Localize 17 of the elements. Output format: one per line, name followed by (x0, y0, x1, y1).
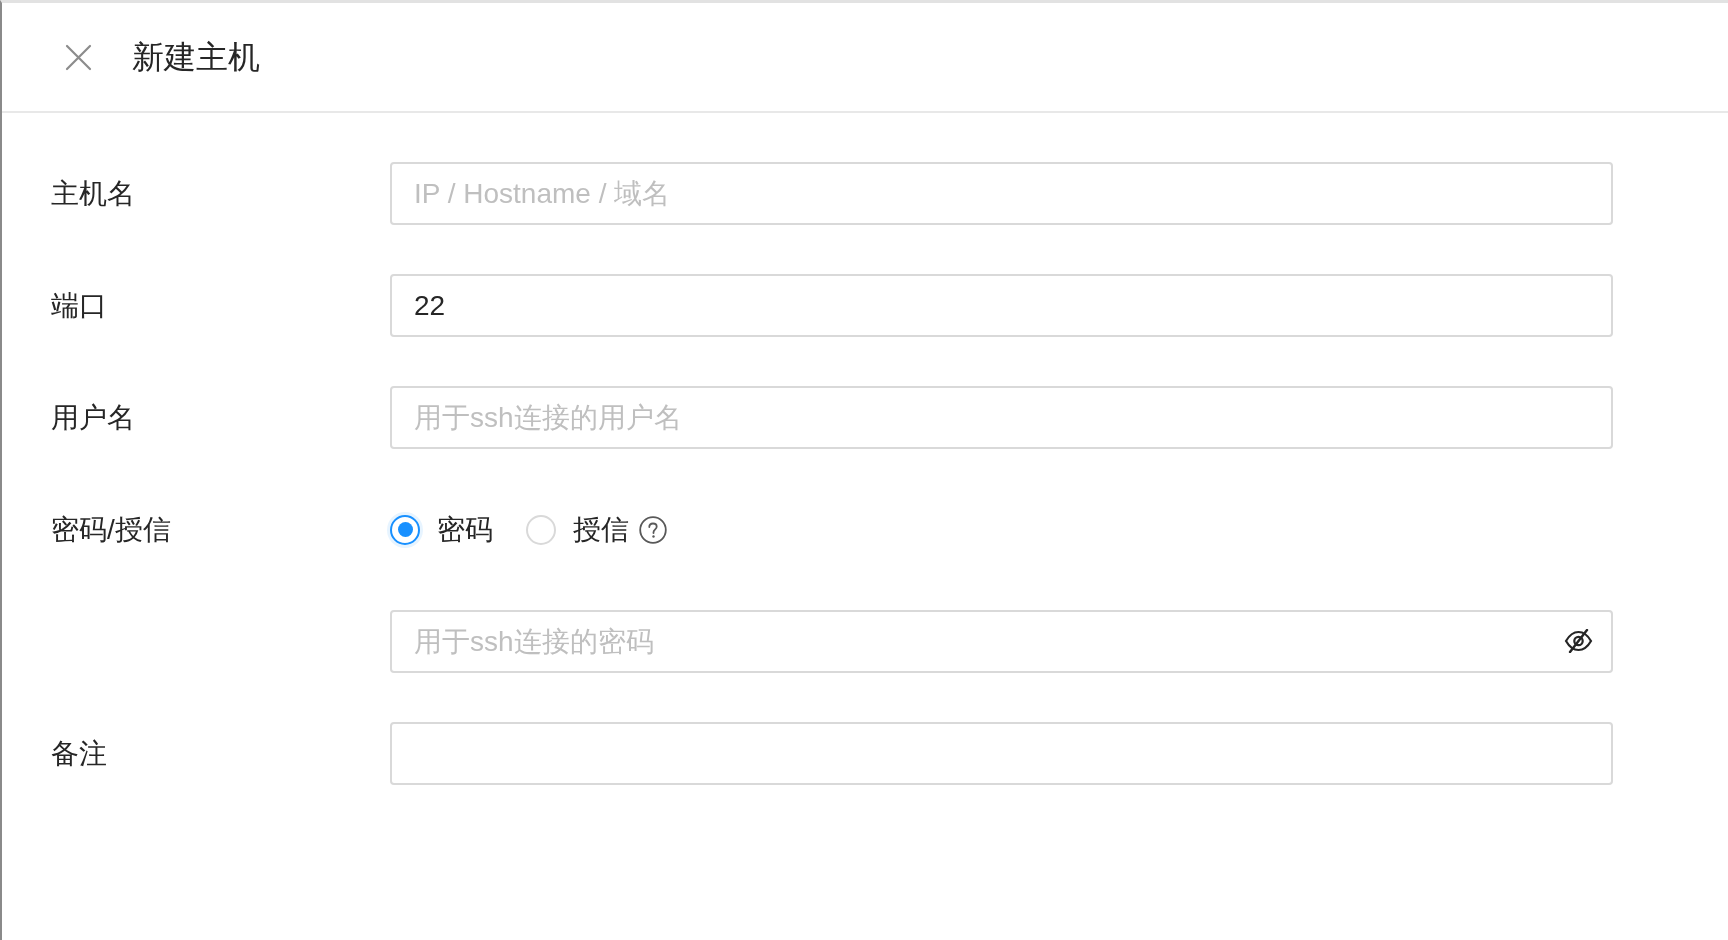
text-input[interactable]: IP / Hostname / 域名 (390, 162, 1613, 225)
field-label: 主机名 (51, 177, 135, 209)
drawer-title: 新建主机 (132, 37, 260, 77)
field-label: 用户名 (51, 401, 135, 433)
field-label: 端口 (51, 289, 107, 321)
text-input[interactable] (390, 722, 1613, 785)
close-icon[interactable] (65, 43, 92, 71)
question-icon[interactable] (639, 515, 667, 544)
password-input[interactable]: 用于ssh连接的密码 (390, 610, 1613, 673)
field-label: 备注 (51, 737, 107, 769)
field-label: 密码/授信 (51, 513, 171, 545)
radio-label[interactable]: 密码 (437, 512, 493, 547)
radio-label[interactable]: 授信 (573, 512, 629, 547)
radio-button[interactable] (390, 514, 420, 545)
text-input[interactable]: 用于ssh连接的用户名 (390, 386, 1613, 449)
eye-slash-icon[interactable] (1564, 629, 1593, 653)
text-input[interactable]: 22 (390, 274, 1613, 337)
